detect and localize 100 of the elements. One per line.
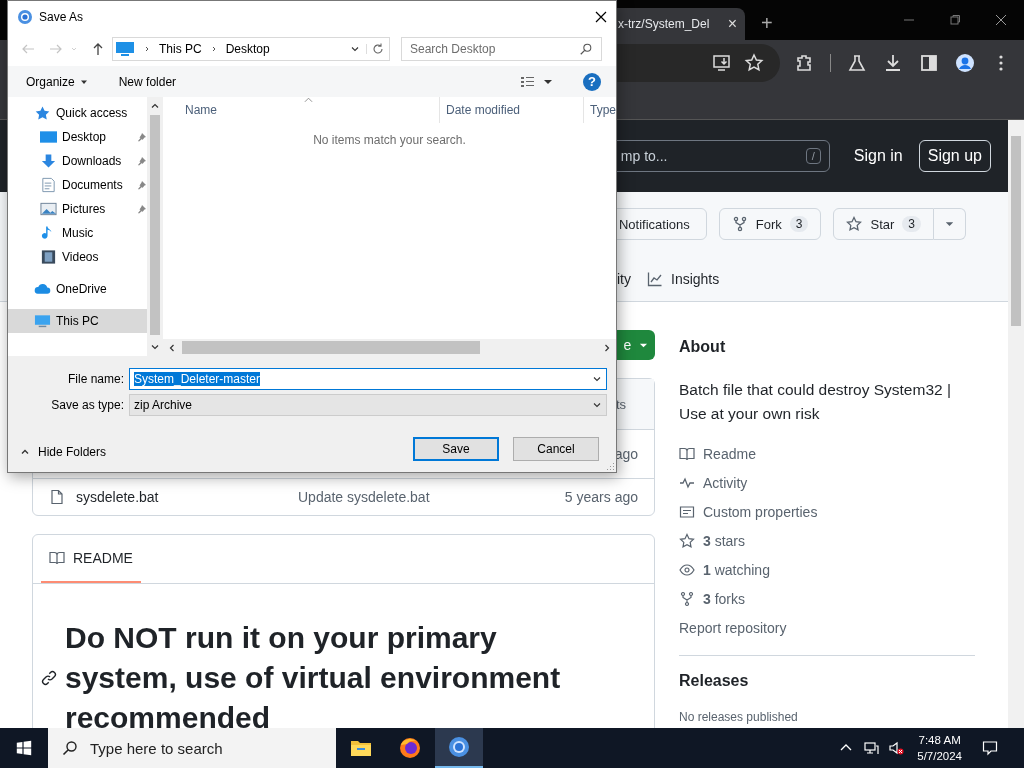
notifications-icon[interactable] bbox=[982, 740, 998, 756]
nav-tree-item[interactable]: Videos bbox=[8, 245, 147, 269]
column-header[interactable]: Name bbox=[163, 97, 440, 123]
eye-icon bbox=[679, 561, 695, 578]
field-label: Save as type: bbox=[50, 398, 125, 412]
resize-grip-icon[interactable] bbox=[605, 461, 615, 471]
nav-tree-item[interactable]: Pictures bbox=[8, 197, 147, 221]
about-link[interactable]: Readme bbox=[703, 445, 756, 462]
commit-message-link[interactable]: Update sysdelete.bat bbox=[298, 489, 430, 505]
repo-tab[interactable]: Insights bbox=[647, 265, 720, 295]
clock-date[interactable]: 5/7/2024 bbox=[917, 748, 962, 764]
nav-tree-item[interactable]: Documents bbox=[8, 173, 147, 197]
browser-globe-icon bbox=[398, 736, 422, 760]
file-icon bbox=[49, 489, 65, 505]
new-tab-button[interactable]: + bbox=[761, 8, 773, 40]
star-icon bbox=[679, 532, 695, 549]
scroll-right-icon[interactable] bbox=[602, 342, 612, 353]
scrollbar-thumb[interactable] bbox=[1011, 136, 1021, 326]
about-link[interactable]: 3 stars bbox=[703, 532, 746, 549]
scroll-left-icon[interactable] bbox=[167, 342, 177, 353]
sign-up-button[interactable]: Sign up bbox=[918, 140, 991, 172]
clock-time[interactable]: 7:48 AM bbox=[918, 732, 961, 748]
file-type-dropdown[interactable]: zip Archive bbox=[129, 394, 607, 416]
commit-count-text: ts bbox=[615, 396, 626, 412]
nav-scrollbar[interactable] bbox=[147, 97, 163, 356]
repo-description: Batch file that could destroy System32 | Use at your own risk bbox=[679, 380, 952, 424]
app-ring-icon bbox=[17, 8, 33, 25]
volume-icon[interactable] bbox=[888, 740, 905, 756]
book-icon bbox=[679, 445, 695, 462]
taskbar-search-field[interactable]: Type here to search bbox=[48, 728, 336, 768]
scroll-down-icon[interactable] bbox=[150, 342, 160, 352]
view-options-icon[interactable] bbox=[520, 74, 554, 89]
report-link[interactable]: Report repository bbox=[679, 619, 787, 636]
file-age: 5 years ago bbox=[564, 489, 638, 505]
column-header[interactable]: Type bbox=[584, 97, 616, 123]
page-scrollbar[interactable] bbox=[1008, 120, 1024, 728]
help-button[interactable]: ? bbox=[583, 72, 601, 91]
tab-close-button[interactable]: × bbox=[727, 15, 737, 33]
bookmark-star-icon[interactable] bbox=[744, 53, 764, 73]
scrollbar-thumb[interactable] bbox=[182, 341, 480, 354]
chevron-down-icon[interactable] bbox=[592, 374, 602, 384]
readme-heading: Do NOT run it on your primary system, use of virtual environment recommended bbox=[65, 620, 562, 728]
code-button[interactable]: e bbox=[617, 330, 655, 360]
link-icon[interactable] bbox=[41, 670, 57, 686]
nav-tree-item[interactable]: Downloads bbox=[8, 149, 147, 173]
readme-tab[interactable]: README bbox=[41, 535, 141, 583]
maximize-icon[interactable] bbox=[950, 15, 960, 25]
nav-tree-item[interactable]: OneDrive bbox=[8, 277, 147, 301]
about-link[interactable]: Custom properties bbox=[703, 503, 818, 520]
dialog-title: Save As bbox=[39, 9, 84, 24]
chevron-right-icon bbox=[143, 45, 151, 53]
fork-icon bbox=[731, 216, 748, 232]
count-badge: 3 bbox=[789, 216, 809, 232]
cancel-button[interactable]: Cancel bbox=[513, 437, 599, 461]
about-link[interactable]: 1 watching bbox=[703, 561, 770, 578]
monitor-icon bbox=[115, 41, 135, 57]
star-icon bbox=[34, 105, 51, 121]
search-icon bbox=[579, 42, 593, 56]
nav-tree-item[interactable]: Quick access bbox=[8, 101, 147, 125]
hide-folders-button[interactable]: Hide Folders bbox=[20, 444, 107, 459]
save-button[interactable]: Save bbox=[413, 437, 499, 461]
address-field[interactable]: This PC Desktop bbox=[112, 37, 390, 61]
search-icon bbox=[62, 740, 78, 756]
count-badge: 3 bbox=[902, 216, 921, 232]
about-link[interactable]: 3 forks bbox=[703, 590, 746, 607]
star-icon bbox=[846, 216, 863, 232]
horizontal-scrollbar[interactable] bbox=[163, 339, 616, 356]
fork-icon bbox=[679, 590, 695, 607]
documents-folder-icon bbox=[40, 177, 57, 193]
fork-button[interactable]: Fork 3 bbox=[718, 208, 822, 240]
repo-tab[interactable]: ity bbox=[617, 265, 631, 295]
file-name-field[interactable]: System_Deleter-master bbox=[129, 368, 607, 390]
chrome-taskbar-button[interactable] bbox=[435, 728, 483, 768]
cloud-icon bbox=[34, 281, 51, 297]
shortcut-key: / bbox=[805, 148, 821, 164]
search-field[interactable]: Search Desktop bbox=[401, 37, 602, 61]
star-button[interactable]: Star 3 bbox=[833, 208, 934, 240]
network-icon[interactable] bbox=[863, 740, 880, 756]
nav-tree-item[interactable]: This PC bbox=[8, 309, 147, 333]
scroll-up-icon[interactable] bbox=[150, 101, 160, 111]
breadcrumb-item[interactable]: Desktop bbox=[225, 42, 270, 56]
chevron-down-icon[interactable] bbox=[592, 400, 602, 410]
close-icon[interactable] bbox=[595, 10, 607, 23]
browser-ring-icon bbox=[447, 735, 471, 759]
nav-tree-item[interactable]: Music bbox=[8, 221, 147, 245]
nav-tree-item[interactable]: Desktop bbox=[8, 125, 147, 149]
file-name-link[interactable]: sysdelete.bat bbox=[76, 489, 298, 505]
scrollbar-thumb[interactable] bbox=[150, 115, 160, 335]
computer-icon bbox=[34, 313, 51, 329]
videos-folder-icon bbox=[40, 249, 57, 265]
sign-in-link[interactable]: Sign in bbox=[853, 147, 903, 165]
column-header[interactable]: Date modified bbox=[440, 97, 584, 123]
about-link[interactable]: Activity bbox=[703, 474, 748, 491]
pictures-folder-icon bbox=[40, 201, 57, 217]
breadcrumb-item[interactable]: This PC bbox=[159, 42, 202, 56]
close-icon[interactable] bbox=[996, 15, 1006, 25]
new-folder-button[interactable]: New folder bbox=[118, 70, 177, 93]
empty-message: No items match your search. bbox=[313, 133, 466, 149]
install-icon[interactable] bbox=[712, 53, 732, 73]
organize-menu-button[interactable]: Organize bbox=[26, 70, 88, 93]
